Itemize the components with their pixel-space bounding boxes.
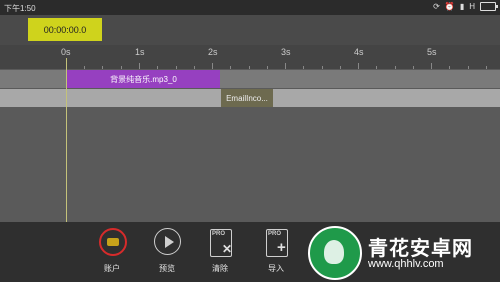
plus-icon: +: [277, 239, 286, 256]
ruler-label-2s: 2s: [208, 47, 218, 57]
ruler-tick: [84, 66, 85, 69]
close-icon: ✕: [222, 242, 233, 256]
ruler-tick: [431, 63, 432, 69]
alarm-icon: ⏰: [444, 2, 455, 11]
play-icon: [154, 228, 181, 255]
ruler-tick: [176, 66, 177, 69]
ruler-label-1s: 1s: [135, 47, 145, 57]
ruler-tick: [249, 66, 250, 69]
ruler-tick: [194, 66, 195, 69]
ruler-tick: [303, 66, 304, 69]
clear-button[interactable]: PRO ✕ 清除: [200, 228, 240, 274]
ruler-tick: [139, 63, 140, 69]
ruler-tick: [267, 66, 268, 69]
import-button[interactable]: PRO + 导入: [256, 228, 296, 274]
status-bar: 下午1:50 ⟳ ⏰ ▮ H: [0, 0, 500, 15]
account-button[interactable]: 账户: [92, 228, 132, 274]
ruler-label-0s: 0s: [61, 47, 71, 57]
ruler-tick: [376, 66, 377, 69]
watermark-url: www.qhhlv.com: [368, 258, 444, 270]
watermark-title: 青花安卓网: [368, 238, 473, 260]
email-clip[interactable]: EmailInco...: [221, 89, 273, 107]
ruler-tick: [121, 66, 122, 69]
clear-label: 清除: [212, 264, 228, 273]
ruler-tick: [449, 66, 450, 69]
ruler-label-4s: 4s: [354, 47, 364, 57]
ruler-tick: [468, 66, 469, 69]
ruler-label-5s: 5s: [427, 47, 437, 57]
import-label: 导入: [268, 264, 284, 273]
pro-badge: PRO: [268, 231, 282, 237]
ruler-tick: [358, 63, 359, 69]
network-type: H: [469, 2, 475, 11]
battery-icon: [480, 2, 498, 11]
timecode-display[interactable]: 00:00:00.0: [28, 18, 102, 41]
ruler-tick: [230, 66, 231, 69]
preview-button[interactable]: 预览: [147, 228, 187, 274]
ruler-tick: [102, 66, 103, 69]
preview-label: 预览: [159, 264, 175, 273]
account-icon: [99, 228, 127, 256]
ruler-tick: [486, 66, 487, 69]
sync-icon: ⟳: [433, 2, 440, 11]
ruler-label-3s: 3s: [281, 47, 291, 57]
ruler-tick: [413, 66, 414, 69]
music-clip[interactable]: 背景纯音乐.mp3_0: [67, 70, 220, 88]
ruler-tick: [285, 63, 286, 69]
signal-icon: ▮: [459, 2, 465, 11]
watermark: 青花安卓网 www.qhhlv.com: [308, 226, 498, 280]
watermark-logo-icon: [308, 226, 362, 280]
ruler-tick: [322, 66, 323, 69]
playhead[interactable]: [66, 58, 67, 222]
ruler-tick: [157, 66, 158, 69]
account-label: 账户: [104, 264, 120, 273]
ruler-tick: [340, 66, 341, 69]
status-icons: ⟳ ⏰ ▮ H: [433, 2, 498, 11]
ruler-tick: [395, 66, 396, 69]
timeline-ruler[interactable]: [0, 45, 500, 69]
ruler-tick: [212, 63, 213, 69]
status-time: 下午1:50: [4, 4, 36, 13]
pro-badge: PRO: [212, 231, 226, 237]
